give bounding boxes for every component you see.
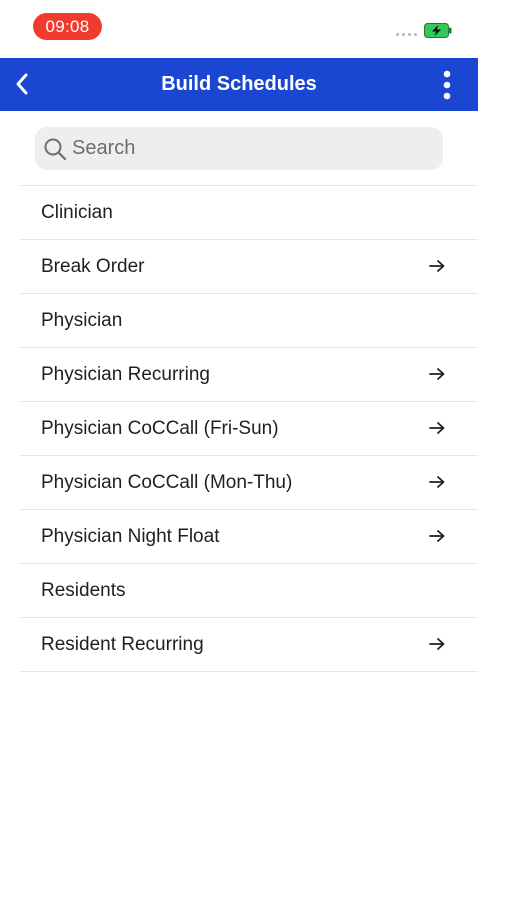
- list-item-label: Clinician: [41, 202, 113, 223]
- search-bar[interactable]: [35, 127, 443, 170]
- status-bar: 09:08: [0, 0, 478, 58]
- arrow-right-icon: [429, 260, 445, 272]
- list-item-label: Physician CoCCall (Fri-Sun): [41, 418, 279, 439]
- list-item-label: Physician Night Float: [41, 526, 220, 547]
- search-input[interactable]: [72, 128, 432, 169]
- more-options-button[interactable]: [432, 68, 462, 102]
- list-item-label: Physician: [41, 310, 123, 331]
- signal-dots-icon: [396, 33, 417, 36]
- app-screen: 09:08 Build Schedules Search Clinician B…: [0, 0, 478, 900]
- schedule-list: Clinician Break Order Physician Physicia…: [20, 185, 478, 672]
- list-item[interactable]: Physician CoCCall (Fri-Sun): [20, 402, 478, 456]
- list-item[interactable]: Resident Recurring: [20, 618, 478, 672]
- chevron-left-icon: [16, 73, 28, 95]
- arrow-right-icon: [429, 368, 445, 380]
- list-item-label: Physician Recurring: [41, 364, 210, 385]
- search-icon: [43, 137, 67, 161]
- list-item[interactable]: Physician CoCCall (Mon-Thu): [20, 456, 478, 510]
- list-item[interactable]: Physician Night Float: [20, 510, 478, 564]
- list-item[interactable]: Clinician: [20, 186, 478, 240]
- arrow-right-icon: [429, 476, 445, 488]
- battery-charging-icon: [424, 23, 452, 38]
- arrow-right-icon: [429, 530, 445, 542]
- list-item[interactable]: Residents: [20, 564, 478, 618]
- arrow-right-icon: [429, 638, 445, 650]
- list-item-label: Residents: [41, 580, 126, 601]
- navigation-bar: Build Schedules: [0, 58, 478, 111]
- list-item[interactable]: Break Order: [20, 240, 478, 294]
- back-button[interactable]: [6, 68, 38, 100]
- page-title: Build Schedules: [161, 73, 317, 95]
- list-item[interactable]: Physician Recurring: [20, 348, 478, 402]
- list-item-label: Physician CoCCall (Mon-Thu): [41, 472, 293, 493]
- status-time: 09:08: [33, 13, 102, 40]
- arrow-right-icon: [429, 422, 445, 434]
- vertical-ellipsis-icon: [443, 70, 451, 100]
- list-item-label: Break Order: [41, 256, 145, 277]
- list-item[interactable]: Physician: [20, 294, 478, 348]
- list-item-label: Resident Recurring: [41, 634, 204, 655]
